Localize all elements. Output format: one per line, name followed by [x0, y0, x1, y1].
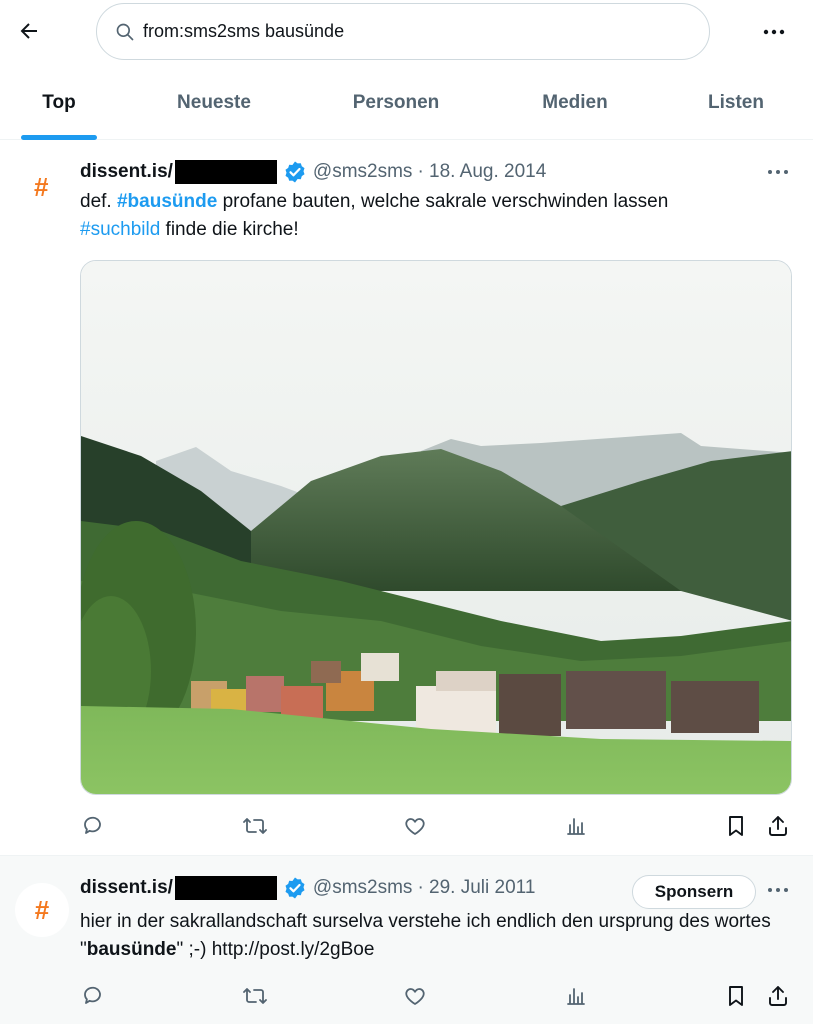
share-button[interactable]	[763, 981, 793, 1011]
views-button[interactable]	[561, 811, 591, 841]
views-icon	[567, 988, 585, 1005]
verified-badge-icon	[283, 876, 307, 900]
tweet-date[interactable]: · 18. Aug. 2014	[417, 161, 546, 183]
search-icon	[115, 21, 137, 43]
share-icon	[769, 986, 787, 1006]
like-icon	[405, 988, 425, 1005]
more-options-button[interactable]	[757, 18, 791, 46]
verified-badge-icon	[283, 160, 307, 184]
like-button[interactable]	[400, 811, 430, 841]
hashtag-link[interactable]: #bausünde	[117, 191, 217, 212]
more-icon	[768, 170, 788, 174]
tweet-actions	[0, 981, 813, 1015]
tab-listen[interactable]: Listen	[688, 78, 784, 140]
bookmark-button[interactable]	[721, 811, 751, 841]
reply-button[interactable]	[78, 981, 108, 1011]
tweet-text: def. #bausünde profane bauten, welche sa…	[80, 188, 780, 244]
views-button[interactable]	[561, 981, 591, 1011]
search-tabs: Top Neueste Personen Medien Listen	[0, 78, 813, 140]
retweet-icon	[243, 818, 267, 834]
redacted-name-bar	[174, 876, 277, 900]
display-name[interactable]: dissent.is/	[80, 161, 173, 183]
tweet-more-button[interactable]	[763, 160, 793, 184]
tweet-text: hier in der sakrallandschaft surselva ve…	[80, 908, 795, 964]
text-segment: " ;-) http://post.ly/2gBoe	[176, 939, 375, 960]
sponsor-button[interactable]: Sponsern	[632, 875, 756, 909]
search-input[interactable]	[143, 21, 663, 42]
tab-top[interactable]: Top	[21, 78, 97, 140]
active-tab-indicator	[21, 135, 97, 140]
reply-button[interactable]	[78, 811, 108, 841]
reply-icon	[84, 986, 101, 1004]
text-segment: def.	[80, 191, 117, 212]
retweet-button[interactable]	[240, 811, 270, 841]
tweet-more-button[interactable]	[763, 878, 793, 902]
tab-medien[interactable]: Medien	[520, 78, 630, 140]
highlighted-term: bausünde	[86, 939, 177, 960]
tab-label: Top	[42, 92, 76, 113]
display-name[interactable]: dissent.is/	[80, 877, 173, 899]
bookmark-icon	[729, 986, 743, 1006]
tab-label: Personen	[352, 92, 440, 113]
redacted-name-bar	[174, 160, 277, 184]
avatar-glyph: #	[34, 894, 50, 925]
retweet-button[interactable]	[240, 981, 270, 1011]
tab-neueste[interactable]: Neueste	[154, 78, 274, 140]
tweet-header: dissent.is/ @sms2sms · 29. Juli 2011	[80, 875, 535, 901]
avatar[interactable]: #	[15, 883, 69, 937]
tab-personen[interactable]: Personen	[330, 78, 462, 140]
bookmark-button[interactable]	[721, 981, 751, 1011]
text-segment: profane bauten, welche sakrale verschwin…	[217, 191, 669, 212]
tweet-actions	[0, 811, 813, 845]
tweet-header: dissent.is/ @sms2sms · 18. Aug. 2014	[80, 159, 546, 185]
tweet-date[interactable]: · 29. Juli 2011	[417, 877, 535, 899]
handle[interactable]: @sms2sms	[313, 877, 413, 899]
views-icon	[567, 818, 585, 835]
like-button[interactable]	[400, 981, 430, 1011]
back-button[interactable]	[14, 16, 44, 46]
tab-label: Listen	[708, 92, 764, 113]
text-segment: finde die kirche!	[160, 219, 299, 240]
tab-label: Medien	[542, 92, 608, 113]
top-bar	[0, 0, 813, 64]
more-icon	[763, 29, 785, 35]
search-box[interactable]	[96, 3, 710, 60]
bookmark-icon	[729, 816, 743, 836]
hashtag-link[interactable]: #suchbild	[80, 219, 160, 240]
share-icon	[769, 816, 787, 836]
like-icon	[405, 818, 425, 835]
handle[interactable]: @sms2sms	[313, 161, 413, 183]
retweet-icon	[243, 988, 267, 1004]
tweet[interactable]: # dissent.is/ @sms2sms · 29. Juli 2011 S…	[0, 855, 813, 1024]
tweet-photo[interactable]	[80, 260, 792, 795]
avatar[interactable]: #	[34, 172, 48, 203]
tweet[interactable]: # dissent.is/ @sms2sms · 18. Aug. 2014 d…	[0, 141, 813, 855]
share-button[interactable]	[763, 811, 793, 841]
reply-icon	[84, 816, 101, 834]
back-arrow-icon	[20, 23, 37, 39]
tab-label: Neueste	[177, 92, 251, 113]
more-icon	[768, 888, 788, 892]
